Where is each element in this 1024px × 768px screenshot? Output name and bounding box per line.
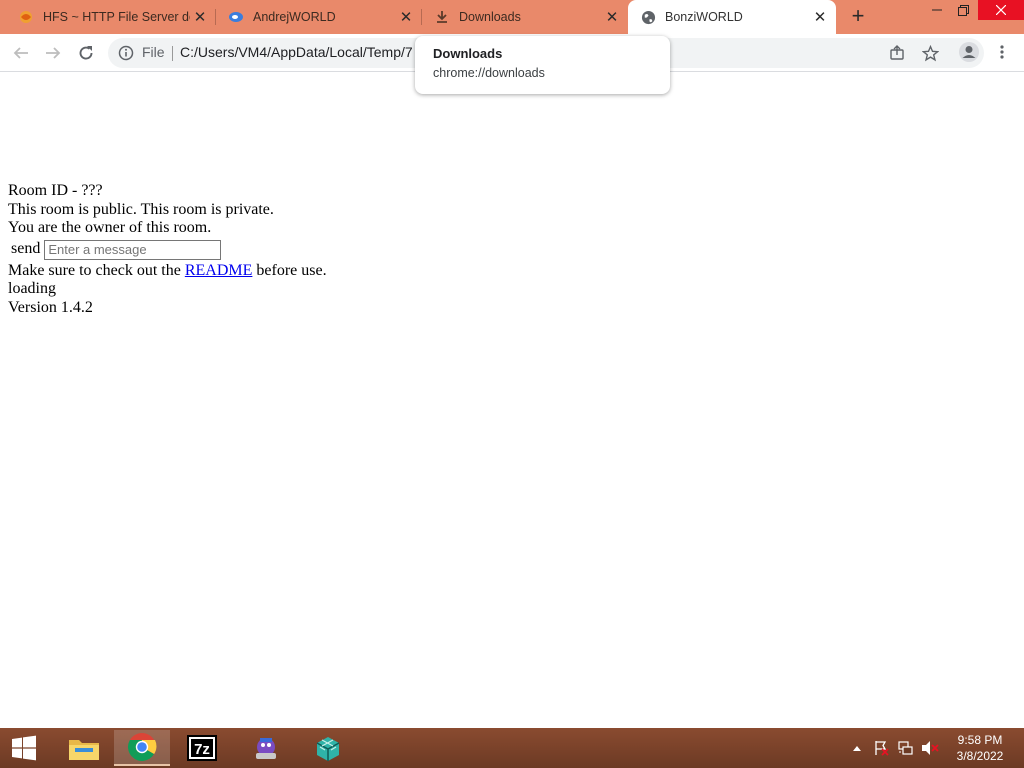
file-explorer-taskbar-icon[interactable] [56,730,112,766]
share-icon[interactable] [886,42,908,64]
close-icon[interactable]: ✕ [602,7,622,27]
7-zip-taskbar-icon[interactable]: 7z [174,730,230,766]
hover-card-title: Downloads [433,46,503,61]
info-icon[interactable] [118,45,134,61]
bookmark-star-icon[interactable] [919,42,941,64]
readme-prefix: Make sure to check out the [8,261,185,279]
tab-downloads[interactable]: Downloads ✕ [422,0,628,34]
tab-andrejworld[interactable]: AndrejWORLD ✕ [216,0,422,34]
close-icon[interactable]: ✕ [810,7,830,27]
windows-logo-icon [12,735,36,761]
cube-app-taskbar-icon[interactable] [300,730,356,766]
restore-button[interactable] [952,0,974,20]
close-window-button[interactable] [978,0,1024,20]
url-text[interactable]: C:/Users/VM4/AppData/Local/Temp/7 [180,44,413,60]
version-text: Version 1.4.2 [8,298,93,316]
message-input[interactable] [44,239,222,260]
forward-button[interactable] [40,40,66,66]
hfs-favicon [18,9,34,25]
readme-suffix: before use. [252,261,327,279]
reload-button[interactable] [73,40,99,66]
minimize-button[interactable] [926,0,948,20]
chevron-up-icon [853,746,861,751]
hover-card-url: chrome://downloads [433,66,545,80]
tab-title: BonziWORLD [665,10,743,24]
new-tab-button[interactable]: + [846,5,870,29]
system-clock[interactable]: 9:58 PM 3/8/2022 [948,732,1012,764]
close-icon[interactable]: ✕ [190,7,210,27]
loading-text: loading [8,280,56,297]
send-label[interactable]: send [11,240,40,259]
close-icon[interactable]: ✕ [396,7,416,27]
tab-hfs[interactable]: HFS ~ HTTP File Server do ✕ [0,0,216,34]
taskbar: 7z 9:58 PM 3/8/2022 [0,728,1024,768]
page-content: Room ID - ??? This room is public. This … [8,182,327,317]
readme-link[interactable]: README [185,262,253,279]
svg-text:7z: 7z [194,741,210,758]
readme-notice: Make sure to check out the README before… [8,262,327,281]
room-status: This room is public. This room is privat… [8,200,274,218]
network-icon[interactable] [896,728,914,768]
globe-icon [640,9,656,25]
tab-bonziworld[interactable]: BonziWORLD ✕ [628,0,836,34]
start-button[interactable] [0,728,48,768]
show-hidden-icons-button[interactable] [850,728,864,768]
scheme-label: File [142,44,165,60]
tab-hover-card: Downloads chrome://downloads [415,36,670,94]
clock-date: 3/8/2022 [956,749,1004,763]
room-id: Room ID - ??? [8,182,103,199]
cloud-favicon [228,9,244,25]
chrome-taskbar-icon[interactable] [114,730,170,766]
tab-strip: HFS ~ HTTP File Server do ✕ AndrejWORLD … [0,0,1024,34]
bonzi-buddy-taskbar-icon[interactable] [238,730,294,766]
download-icon [434,9,450,25]
message-form: send [8,239,327,261]
volume-muted-icon[interactable] [920,728,940,768]
action-center-flag-icon[interactable] [872,728,890,768]
owner-notice: You are the owner of this room. [8,219,212,236]
tab-title: HFS ~ HTTP File Server do [43,10,190,24]
tab-title: Downloads [459,10,521,24]
profile-avatar-icon[interactable] [958,41,980,63]
back-button[interactable] [8,40,34,66]
menu-kebab-icon[interactable] [991,41,1013,63]
clock-time: 9:58 PM [957,733,1003,747]
divider [172,46,173,61]
tab-title: AndrejWORLD [253,10,336,24]
